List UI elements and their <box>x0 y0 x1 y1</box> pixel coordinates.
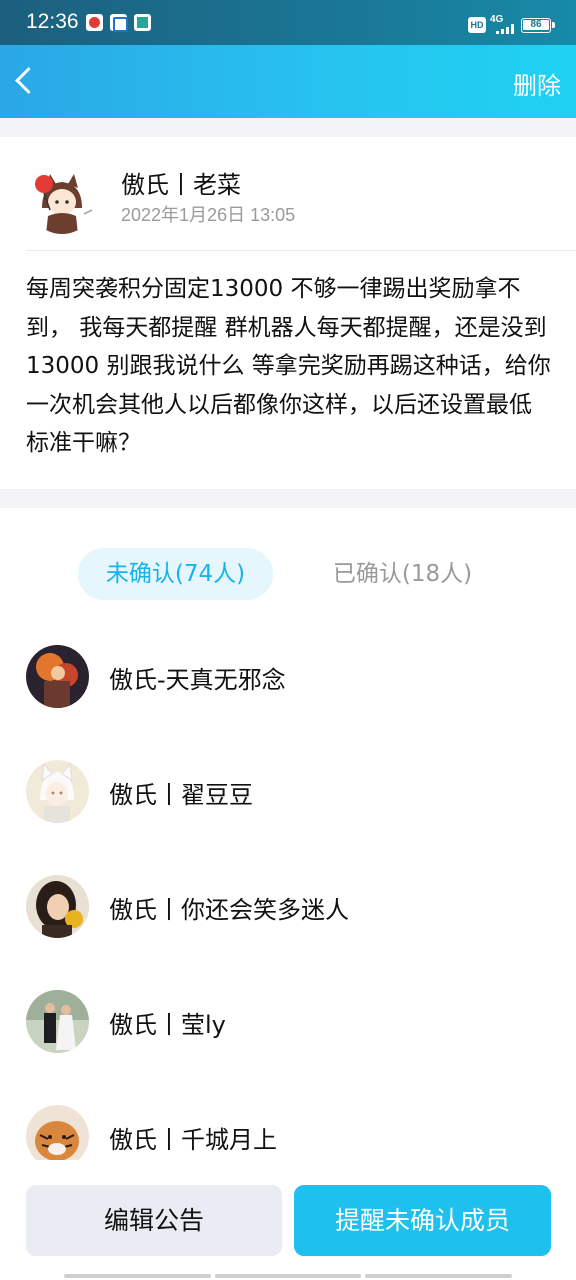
top-app-bar: 12:36 HD 4G 86 删除 <box>0 0 576 118</box>
author-name: 傲氏丨老菜 <box>121 171 241 199</box>
delete-button[interactable]: 删除 <box>513 66 561 101</box>
member-name: 傲氏丨莹ly <box>109 1011 226 1039</box>
tab-confirmed[interactable]: 已确认(18人) <box>310 548 495 600</box>
member-name: 傲氏丨翟豆豆 <box>109 781 253 809</box>
remind-unconfirmed-button[interactable]: 提醒未确认成员 <box>294 1185 551 1256</box>
member-list: 傲氏-天真无邪念 傲氏丨翟豆豆 傲氏丨你还会笑多迷人 傲氏丨莹ly 傲氏丨千城月… <box>0 640 576 1215</box>
avatar <box>26 875 89 938</box>
notification-app-icon <box>134 14 151 31</box>
avatar <box>26 1105 89 1168</box>
tab-unconfirmed[interactable]: 未确认(74人) <box>78 548 273 600</box>
list-item[interactable]: 傲氏-天真无邪念 <box>0 640 576 755</box>
announcement-content: 每周突袭积分固定13000 不够一律踢出奖励拿不到， 我每天都提醒 群机器人每天… <box>26 276 551 456</box>
back-arrow-icon[interactable] <box>10 63 40 99</box>
member-name: 傲氏丨千城月上 <box>109 1126 277 1154</box>
bottom-action-bar: 编辑公告 提醒未确认成员 <box>0 1160 576 1280</box>
status-bar: 12:36 HD 4G 86 <box>0 0 576 45</box>
divider <box>26 250 576 251</box>
status-time: 12:36 <box>26 10 79 33</box>
avatar <box>26 990 89 1053</box>
battery-icon: 86 <box>521 18 555 33</box>
list-item[interactable]: 傲氏丨翟豆豆 <box>0 755 576 870</box>
notification-app-icon <box>110 14 128 32</box>
post-timestamp: 2022年1月26日 13:05 <box>121 205 296 225</box>
member-name: 傲氏-天真无邪念 <box>109 666 286 694</box>
signal-icon <box>496 24 516 34</box>
avatar <box>26 645 89 708</box>
navigation-hint-bar <box>64 1274 513 1278</box>
author-avatar[interactable] <box>28 166 96 234</box>
edit-announcement-button[interactable]: 编辑公告 <box>26 1185 282 1256</box>
hd-voice-icon: HD <box>468 17 486 33</box>
battery-level: 86 <box>523 20 549 30</box>
list-item[interactable]: 傲氏丨莹ly <box>0 985 576 1100</box>
list-item[interactable]: 傲氏丨你还会笑多迷人 <box>0 870 576 985</box>
announcement-card: 傲氏丨老菜 2022年1月26日 13:05 每周突袭积分固定13000 不够一… <box>0 137 576 489</box>
notification-app-icon <box>86 14 103 31</box>
avatar <box>26 760 89 823</box>
member-name: 傲氏丨你还会笑多迷人 <box>109 896 349 924</box>
